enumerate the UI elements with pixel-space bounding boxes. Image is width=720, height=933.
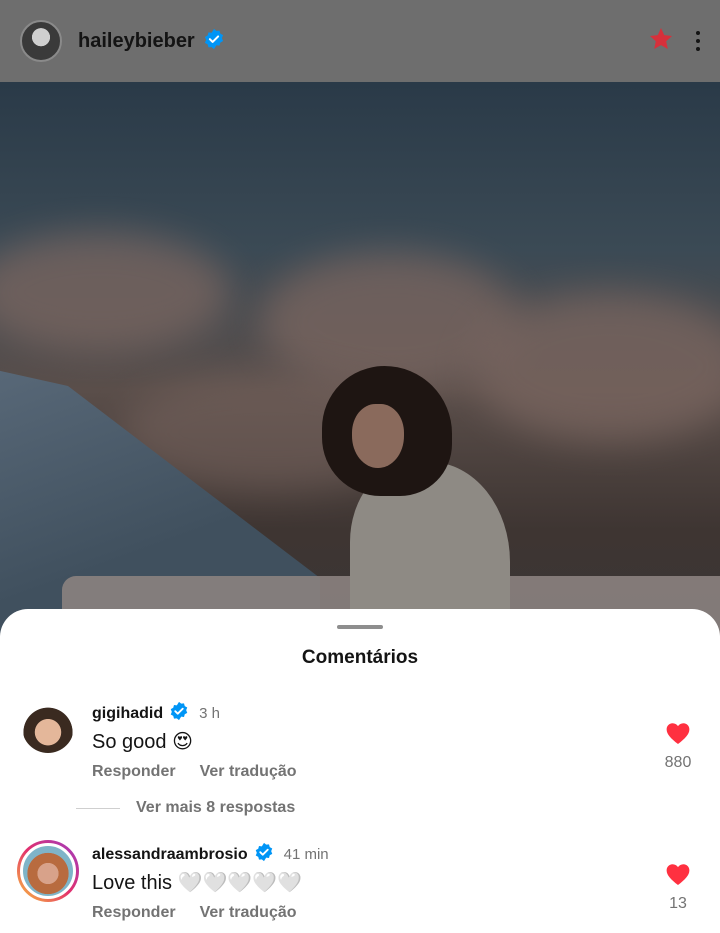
post-header: haileybieber (0, 0, 720, 82)
reply-button[interactable]: Responder (92, 763, 176, 781)
view-more-replies[interactable]: Ver mais 8 respostas (76, 799, 295, 817)
comment-text: Love this 🤍🤍🤍🤍🤍 (92, 872, 303, 894)
like-control: 13 (658, 862, 698, 913)
comment-item: alessandraambrosio 41 min Love this 🤍🤍🤍🤍… (0, 840, 720, 932)
replies-divider (76, 807, 120, 809)
author-username[interactable]: haileybieber (78, 30, 195, 53)
comment-time: 41 min (283, 846, 329, 863)
commenter-avatar[interactable] (22, 701, 74, 753)
verified-badge-icon (169, 701, 189, 726)
comment-text: So good 😍 (92, 731, 193, 753)
comment-time: 3 h (199, 705, 220, 722)
more-options-icon[interactable] (696, 31, 700, 51)
view-more-replies-label[interactable]: Ver mais 8 respostas (136, 799, 295, 817)
like-count: 880 (664, 754, 692, 771)
comments-sheet: Comentários gigihadid 3 h So good 😍 Resp… (0, 609, 720, 933)
author-avatar[interactable] (20, 20, 62, 62)
commenter-avatar[interactable] (17, 840, 79, 902)
heart-icon[interactable] (665, 723, 691, 749)
translate-button[interactable]: Ver tradução (200, 904, 297, 922)
person-face (352, 404, 404, 468)
star-icon[interactable] (648, 26, 674, 57)
verified-badge-icon (254, 842, 274, 867)
commenter-username[interactable]: alessandraambrosio (92, 846, 248, 864)
heart-icon[interactable] (665, 864, 691, 890)
post-photo[interactable] (0, 82, 720, 642)
like-control: 880 (658, 721, 698, 772)
commenter-username[interactable]: gigihadid (92, 705, 163, 723)
sheet-title: Comentários (301, 647, 419, 668)
verified-badge-icon (203, 28, 225, 55)
translate-button[interactable]: Ver tradução (200, 763, 297, 781)
like-count: 13 (669, 895, 687, 912)
comment-item: gigihadid 3 h So good 😍 Responder Ver tr… (0, 701, 720, 791)
reply-button[interactable]: Responder (92, 904, 176, 922)
sheet-drag-handle[interactable] (337, 625, 383, 629)
